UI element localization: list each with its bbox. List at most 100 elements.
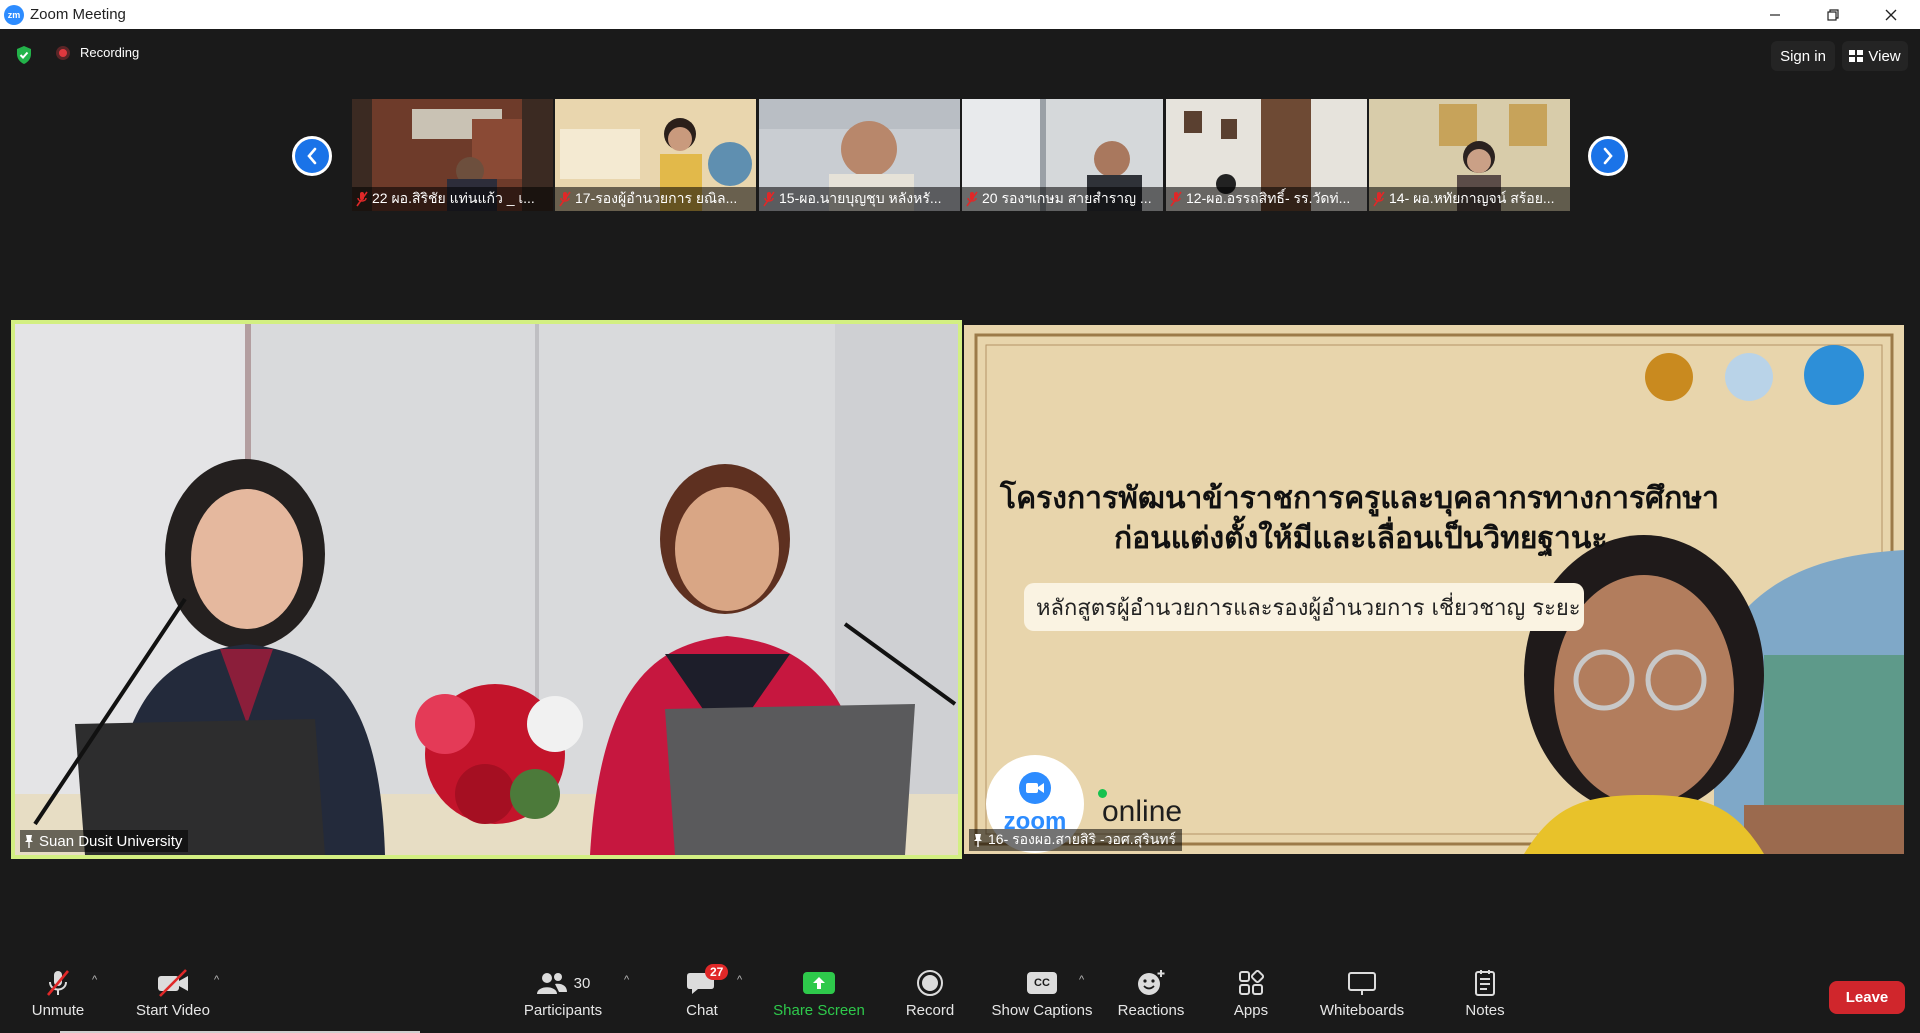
view-button[interactable]: View [1842, 41, 1908, 71]
audio-options-caret-icon[interactable]: ^ [92, 974, 97, 986]
share-screen-icon [803, 972, 835, 994]
participant-name: 20 รองฯเกษม สายสำราญ ... [982, 190, 1152, 206]
online-text: online [1102, 795, 1183, 828]
close-window-button[interactable] [1862, 0, 1920, 29]
chat-options-caret-icon[interactable]: ^ [737, 974, 742, 986]
start-video-button[interactable]: Start Video [130, 966, 216, 1019]
chat-button[interactable]: 27 Chat [680, 964, 729, 1019]
unmute-button[interactable]: Unmute [22, 966, 94, 1019]
notes-button[interactable]: Notes [1462, 966, 1508, 1019]
notes-label: Notes [1465, 1002, 1505, 1019]
slide-subtitle: หลักสูตรผู้อำนวยการและรองผู้อำนวยการ เชี… [1024, 583, 1584, 631]
reactions-button[interactable]: Reactions [1116, 966, 1186, 1019]
apps-icon [1239, 970, 1264, 995]
participant-label: 15-ผอ.นายบุญชุบ หลังหรั... [759, 187, 960, 211]
recording-label: Recording [80, 45, 140, 60]
participant-label: 20 รองฯเกษม สายสำราญ ... [962, 187, 1163, 211]
record-button[interactable]: Record [902, 966, 958, 1019]
share-screen-label: Share Screen [773, 1002, 865, 1019]
pin-icon [974, 834, 982, 847]
muted-mic-icon [966, 191, 978, 207]
participant-name: 14- ผอ.หทัยกาญจน์ สร้อย... [1389, 190, 1555, 206]
participant-label: 17-รองผู้อำนวยการ ยณิล... [555, 187, 756, 211]
reactions-label: Reactions [1117, 1002, 1185, 1019]
participant-thumbnail[interactable]: 15-ผอ.นายบุญชุบ หลังหรั... [759, 99, 960, 211]
muted-mic-icon [356, 191, 368, 207]
speaker-video-feed [15, 324, 958, 855]
leave-button[interactable]: Leave [1829, 981, 1905, 1014]
grid-view-icon [1849, 50, 1864, 62]
recording-indicator[interactable]: Recording [56, 45, 139, 60]
zoom-logo-icon: zm [4, 4, 24, 25]
chevron-right-icon [1603, 147, 1613, 165]
window-controls [1746, 0, 1920, 29]
muted-mic-icon [559, 191, 571, 207]
minimize-button[interactable] [1746, 0, 1804, 29]
notes-icon [1475, 970, 1495, 996]
speaker-name: Suan Dusit University [39, 832, 183, 850]
start-video-label: Start Video [136, 1002, 210, 1019]
participants-button[interactable]: 30 Participants [520, 966, 606, 1019]
muted-mic-icon [1373, 191, 1385, 207]
chevron-left-icon [307, 147, 317, 165]
muted-mic-icon [763, 191, 775, 207]
participant-name: 17-รองผู้อำนวยการ ยณิล... [575, 190, 738, 206]
reactions-smiley-icon [1138, 970, 1165, 995]
zoom-camera-icon [1019, 772, 1051, 804]
video-name-label: 16- รองผอ.สายสิริ -วอศ.สุรินทร์ [969, 829, 1183, 851]
apps-button[interactable]: Apps [1230, 966, 1272, 1019]
sign-in-button[interactable]: Sign in [1771, 41, 1835, 71]
close-icon [1885, 9, 1897, 20]
restore-icon [1827, 8, 1839, 21]
participant-name: 22 ผอ.สิริชัย แท่นแก้ว _ เ... [372, 190, 535, 206]
participant-name: 12-ผอ.อรรถสิทธิ์- รร.วัดท่... [1186, 190, 1351, 206]
participant-thumbnail[interactable]: 22 ผอ.สิริชัย แท่นแก้ว _ เ... [352, 99, 553, 211]
record-label: Record [905, 1002, 955, 1019]
chat-unread-badge: 27 [705, 964, 729, 980]
muted-microphone-icon [47, 970, 69, 996]
recording-dot-icon [56, 45, 70, 60]
participant-thumbnail[interactable]: 20 รองฯเกษม สายสำราญ ... [962, 99, 1163, 211]
whiteboard-icon [1348, 972, 1376, 995]
meeting-topbar: Recording Sign in View [0, 29, 1920, 79]
window-titlebar: zm Zoom Meeting [0, 0, 1920, 29]
record-icon [917, 970, 943, 996]
share-screen-button[interactable]: Share Screen [772, 966, 866, 1019]
active-speaker-video[interactable]: Suan Dusit University [11, 320, 962, 859]
participants-count: 30 [573, 974, 591, 992]
participant-thumbnail[interactable]: 17-รองผู้อำนวยการ ยณิล... [555, 99, 756, 211]
pin-icon [25, 835, 33, 848]
whiteboards-button[interactable]: Whiteboards [1316, 966, 1408, 1019]
presenter-name: 16- รองผอ.สายสิริ -วอศ.สุรินทร์ [988, 831, 1177, 847]
captions-icon: CC [1027, 972, 1057, 994]
shield-check-icon[interactable] [15, 45, 33, 65]
participant-label: 12-ผอ.อรรถสิทธิ์- รร.วัดท่... [1166, 187, 1367, 211]
participants-options-caret-icon[interactable]: ^ [624, 974, 629, 986]
video-off-icon [158, 969, 188, 997]
participant-thumbnail[interactable]: 14- ผอ.หทัยกาญจน์ สร้อย... [1369, 99, 1570, 211]
minimize-icon [1770, 13, 1780, 16]
restore-button[interactable] [1804, 0, 1862, 29]
video-name-label: Suan Dusit University [20, 830, 189, 852]
video-options-caret-icon[interactable]: ^ [214, 974, 219, 986]
window-title: Zoom Meeting [30, 6, 126, 23]
participant-label: 22 ผอ.สิริชัย แท่นแก้ว _ เ... [352, 187, 553, 211]
slide-title-line2: ก่อนแต่งตั้งให้มีและเลื่อนเป็นวิทยฐานะ [1114, 521, 1608, 556]
meeting-toolbar: Unmute ^ Start Video ^ 30 Participants ^ [0, 960, 1920, 1033]
participants-icon [536, 973, 567, 994]
participant-name: 15-ผอ.นายบุญชุบ หลังหรั... [779, 190, 942, 206]
next-page-button[interactable] [1588, 136, 1628, 176]
whiteboards-label: Whiteboards [1319, 1002, 1405, 1019]
unmute-label: Unmute [31, 1002, 85, 1019]
previous-page-button[interactable] [292, 136, 332, 176]
captions-options-caret-icon[interactable]: ^ [1079, 974, 1084, 986]
muted-mic-icon [1170, 191, 1182, 207]
view-label: View [1868, 47, 1901, 65]
show-captions-label: Show Captions [991, 1002, 1093, 1019]
apps-label: Apps [1233, 1002, 1269, 1019]
participant-thumbnail[interactable]: 12-ผอ.อรรถสิทธิ์- รร.วัดท่... [1166, 99, 1367, 211]
participants-label: Participants [523, 1002, 603, 1019]
presenter-video[interactable]: โครงการพัฒนาข้าราชการครูและบุคลากรทางการ… [964, 325, 1904, 854]
participant-label: 14- ผอ.หทัยกาญจน์ สร้อย... [1369, 187, 1570, 211]
chat-label: Chat [686, 1002, 718, 1019]
